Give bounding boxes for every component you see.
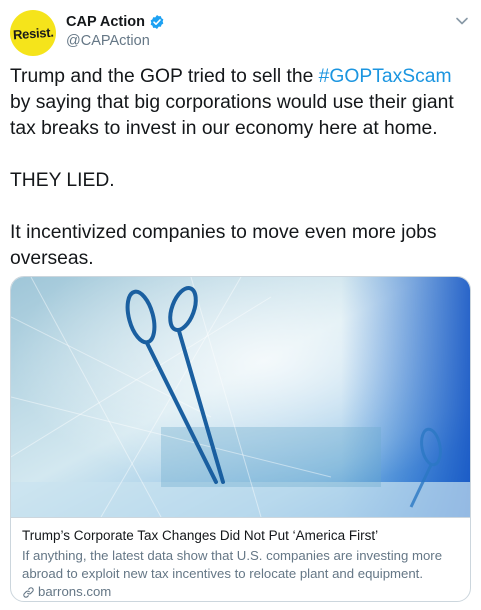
chevron-down-icon[interactable] bbox=[455, 14, 469, 28]
card-title: Trump’s Corporate Tax Changes Did Not Pu… bbox=[22, 528, 379, 543]
author-handle[interactable]: @CAPAction bbox=[66, 33, 150, 49]
card-domain-text: barrons.com bbox=[38, 584, 112, 599]
card-image bbox=[11, 277, 470, 517]
link-preview-card[interactable]: Trump’s Corporate Tax Changes Did Not Pu… bbox=[10, 276, 471, 602]
avatar-text: Resist. bbox=[12, 24, 54, 42]
link-icon bbox=[23, 586, 34, 598]
tweet-text-part1: Trump and the GOP tried to sell the bbox=[10, 66, 319, 87]
hashtag-link[interactable]: #GOPTaxScam bbox=[319, 66, 452, 87]
tweet-text: Trump and the GOP tried to sell the #GOP… bbox=[10, 64, 472, 272]
avatar[interactable]: Resist. bbox=[10, 10, 56, 56]
card-description: If anything, the latest data show that U… bbox=[22, 548, 443, 581]
verified-badge-icon bbox=[150, 15, 164, 29]
card-body: Trump’s Corporate Tax Changes Did Not Pu… bbox=[11, 517, 470, 601]
author-name-row: CAP Action bbox=[66, 14, 165, 30]
card-domain: barrons.com bbox=[22, 583, 459, 601]
display-name[interactable]: CAP Action bbox=[66, 14, 145, 30]
tweet-text-part2: by saying that big corporations would us… bbox=[10, 92, 454, 269]
